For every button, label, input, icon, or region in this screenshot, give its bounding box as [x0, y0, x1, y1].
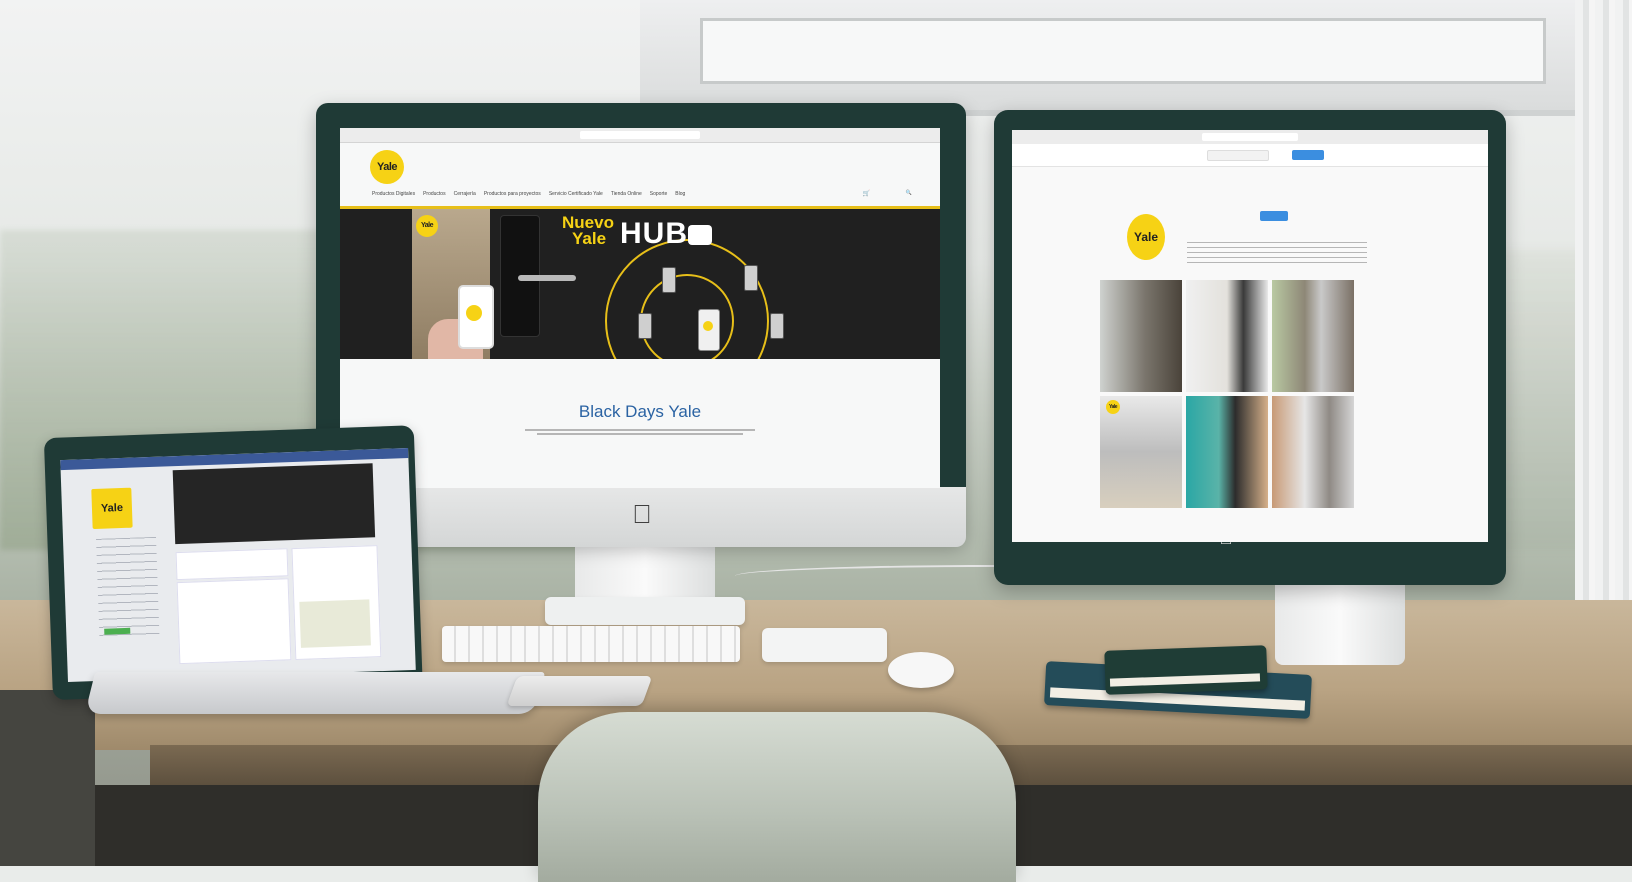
curtain: [1575, 0, 1632, 600]
nav-item[interactable]: Blog: [675, 191, 685, 201]
right-monitor-screen: Yale Yale: [1012, 130, 1488, 542]
hero-mini-lock: [744, 265, 758, 291]
instagram-post-yale-badge: Yale: [1106, 400, 1120, 414]
instagram-profile-avatar[interactable]: Yale: [1127, 214, 1165, 260]
cart-icon[interactable]: 🛒: [863, 190, 870, 197]
facebook-post: [175, 548, 289, 581]
hero-title-hub: HUB: [620, 217, 688, 250]
hero-banner[interactable]: Yale Nuevo Yale HUB: [340, 209, 940, 359]
search-icon[interactable]: 🔍: [906, 190, 912, 196]
laptop-screen: Yale: [60, 447, 416, 682]
nav-item[interactable]: Soporte: [650, 191, 668, 201]
chair-back: [538, 712, 1016, 882]
facebook-sidebar-links: [96, 536, 160, 639]
hero-center-phone-yale-icon: [703, 321, 713, 331]
facebook-map: [299, 599, 371, 648]
laptop-keyboard-base: [84, 672, 546, 714]
instagram-post-tile[interactable]: [1272, 280, 1354, 392]
hero-door-handle: [518, 275, 576, 281]
nav-item[interactable]: Servicio Certificado Yale: [549, 191, 603, 201]
hero-mini-lock: [638, 313, 652, 339]
center-monitor-screen: Yale Productos Digitales Productos Cerra…: [340, 128, 940, 488]
address-bar[interactable]: [1202, 133, 1298, 141]
trackpad: [762, 628, 887, 662]
window-pane: [700, 18, 1546, 84]
nav-item[interactable]: Tienda Online: [611, 191, 642, 201]
center-monitor-stand: [575, 547, 715, 597]
facebook-profile-picture[interactable]: Yale: [91, 487, 133, 530]
smartphone: [506, 676, 653, 706]
hero-phone-yale-icon: [466, 305, 482, 321]
instagram-post-tile[interactable]: [1186, 396, 1268, 508]
nav-item[interactable]: Productos para proyectos: [484, 191, 541, 201]
facebook-cover-photo[interactable]: [172, 463, 376, 545]
keyboard: [442, 626, 740, 662]
instagram-header: [1012, 144, 1488, 167]
nav-item[interactable]: Cerrajería: [454, 191, 476, 201]
hero-title-line2: Yale: [572, 229, 607, 248]
promo-description: [525, 427, 755, 437]
instagram-search-input[interactable]: [1207, 150, 1269, 161]
instagram-post-tile[interactable]: [1272, 396, 1354, 508]
facebook-post: [176, 578, 292, 665]
desk-side-block: [0, 690, 95, 866]
instagram-bio: [1187, 242, 1367, 266]
facebook-like-button[interactable]: [104, 627, 131, 635]
center-monitor-foot: [545, 597, 745, 625]
instagram-login-button[interactable]: [1292, 150, 1324, 160]
promo-title: Black Days Yale: [578, 402, 702, 421]
apple-logo-icon: : [629, 500, 655, 528]
address-bar[interactable]: [580, 131, 700, 139]
instagram-post-tile[interactable]: [1100, 280, 1182, 392]
hub-device-image: [688, 225, 712, 245]
mouse: [888, 652, 954, 688]
instagram-post-tile[interactable]: [1186, 280, 1268, 392]
nav-item[interactable]: Productos Digitales: [372, 191, 415, 201]
hero-yale-logo: Yale: [416, 215, 438, 237]
nav-item[interactable]: Productos: [423, 191, 446, 201]
notebook-top: [1104, 645, 1268, 695]
site-navigation: Productos Digitales Productos Cerrajería…: [372, 191, 892, 201]
browser-toolbar: [340, 128, 940, 143]
right-monitor-stand: [1275, 575, 1405, 665]
instagram-follow-button[interactable]: [1260, 211, 1288, 221]
browser-toolbar: [1012, 130, 1488, 145]
hero-mini-lock: [770, 313, 784, 339]
yale-logo[interactable]: Yale: [370, 150, 404, 184]
hero-mini-lock: [662, 267, 676, 293]
